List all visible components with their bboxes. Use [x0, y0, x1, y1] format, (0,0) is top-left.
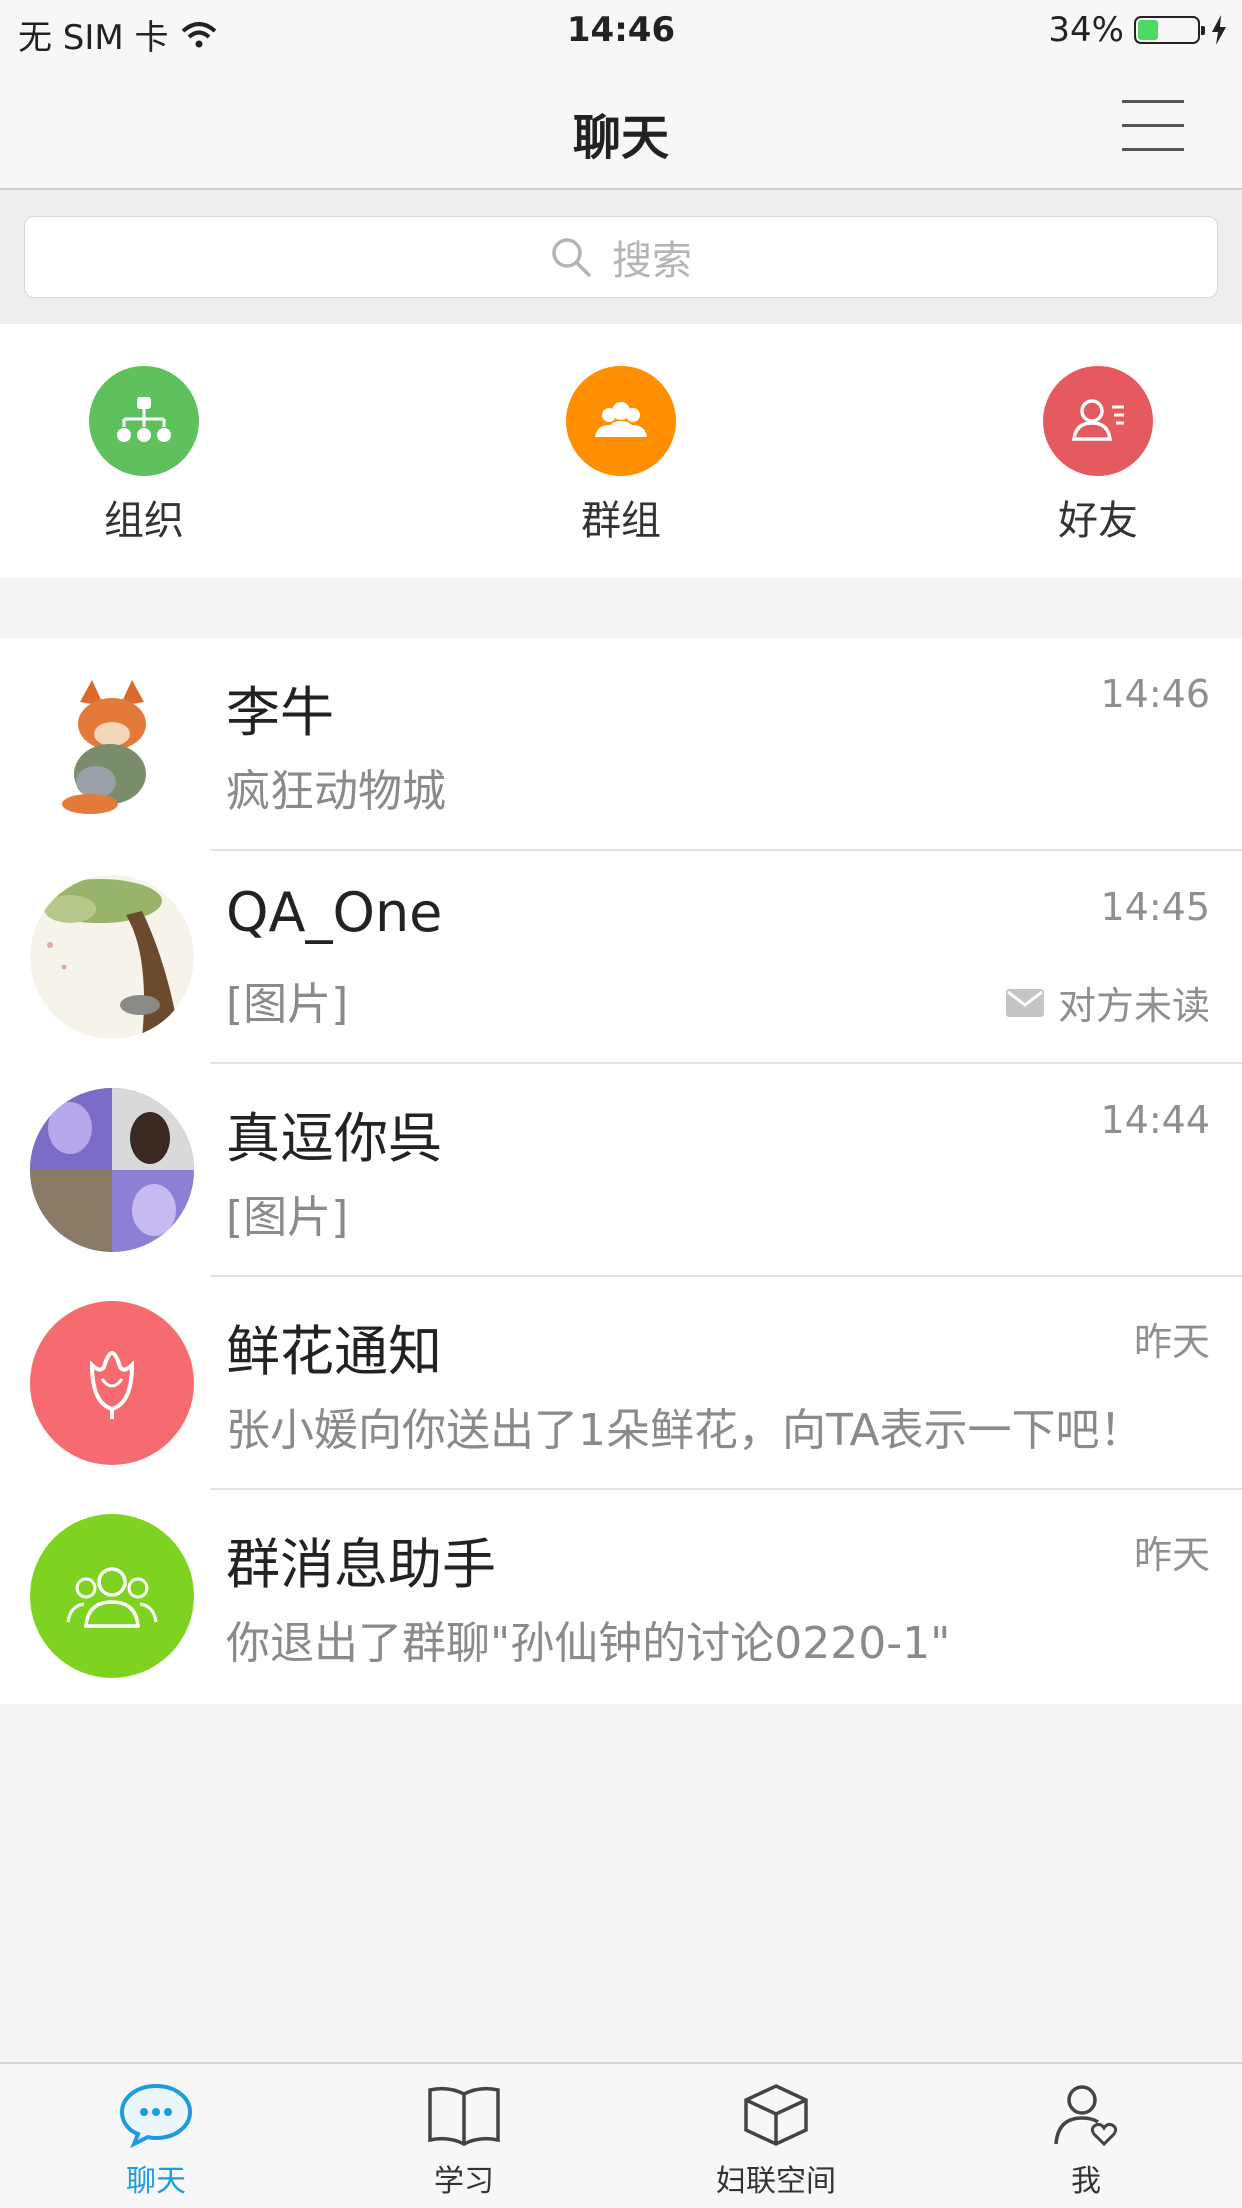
tab-me[interactable]: 我 [986, 2082, 1186, 2200]
flower-icon [30, 1301, 194, 1465]
tab-womens-federation-space[interactable]: 妇联空间 [676, 2082, 876, 2200]
shortcut-label: 组织 [104, 498, 184, 544]
chat-preview: 张小媛向你送出了1朵鲜花，向TA表示一下吧！ [226, 1405, 1144, 1456]
chat-time: 昨天 [1133, 1320, 1210, 1364]
chat-row[interactable]: QA_One 14:45 [图片] 对方未读 [0, 851, 1242, 1064]
battery-icon [1134, 16, 1205, 44]
chat-row[interactable]: 鲜花通知 昨天 张小媛向你送出了1朵鲜花，向TA表示一下吧！ [0, 1277, 1242, 1490]
book-icon [428, 2086, 500, 2146]
chat-name: 鲜花通知 [226, 1320, 442, 1383]
page-title: 聊天 [572, 110, 669, 166]
status-bar: 无 SIM 卡 14:46 34% [0, 0, 1242, 62]
tab-label: 妇联空间 [716, 2164, 836, 2199]
tab-chat[interactable]: 聊天 [56, 2082, 256, 2200]
chat-preview: [图片] [226, 1192, 349, 1243]
chat-name: 李牛 [226, 681, 334, 744]
search-input[interactable]: 搜索 [24, 216, 1218, 298]
tab-bar: 聊天 学习 妇联空间 我 [0, 2062, 1242, 2208]
tab-label: 学习 [434, 2164, 494, 2199]
group-assistant-icon [30, 1514, 194, 1678]
chat-name: QA_One [226, 881, 443, 944]
tab-label: 聊天 [126, 2164, 186, 2199]
shortcut-groups[interactable]: 群组 [521, 366, 721, 546]
person-heart-icon [1054, 2085, 1118, 2147]
chat-name: 群消息助手 [226, 1533, 496, 1596]
shortcut-label: 好友 [1058, 498, 1138, 544]
status-right: 34% [1048, 10, 1228, 50]
search-placeholder: 搜索 [612, 238, 692, 284]
read-status: 对方未读 [1005, 975, 1210, 1030]
read-status-label: 对方未读 [1057, 984, 1210, 1028]
avatar [30, 662, 194, 826]
friend-icon [1043, 366, 1153, 476]
menu-button[interactable] [1122, 98, 1184, 152]
chat-time: 14:46 [1100, 672, 1210, 716]
battery-level [1138, 20, 1158, 40]
org-chart-icon [89, 366, 199, 476]
search-area: 搜索 [0, 190, 1242, 324]
shortcut-bar: 组织 群组 好友 [0, 324, 1242, 578]
tab-study[interactable]: 学习 [364, 2082, 564, 2200]
tab-label: 我 [1071, 2164, 1101, 2199]
cube-icon [744, 2084, 808, 2146]
shortcut-friends[interactable]: 好友 [998, 366, 1198, 546]
chat-time: 14:45 [1100, 885, 1210, 929]
shortcut-organization[interactable]: 组织 [44, 366, 244, 546]
chat-row[interactable]: 真逗你呉 14:44 [图片] [0, 1064, 1242, 1277]
chat-preview: 你退出了群聊"孙仙钟的讨论0220-1" [226, 1618, 951, 1669]
chat-name: 真逗你呉 [226, 1107, 442, 1170]
envelope-icon [1005, 988, 1044, 1017]
chat-row[interactable]: 李牛 14:46 疯狂动物城 [0, 638, 1242, 851]
battery-percent: 34% [1048, 10, 1124, 50]
avatar [30, 1088, 194, 1252]
chat-time: 14:44 [1100, 1098, 1210, 1142]
avatar [30, 875, 194, 1039]
nav-bar: 聊天 [0, 62, 1242, 190]
chat-preview: 疯狂动物城 [226, 766, 446, 817]
chat-preview: [图片] [226, 979, 349, 1030]
charging-bolt-icon [1212, 15, 1226, 45]
search-icon [552, 238, 591, 277]
shortcut-label: 群组 [581, 498, 661, 544]
chat-time: 昨天 [1133, 1533, 1210, 1577]
chat-row[interactable]: 群消息助手 昨天 你退出了群聊"孙仙钟的讨论0220-1" [0, 1490, 1242, 1703]
chat-list: 李牛 14:46 疯狂动物城 QA_One 14:45 [图片] 对方未读 真逗… [0, 638, 1242, 1704]
group-icon [566, 366, 676, 476]
chat-bubble-icon [119, 2083, 193, 2149]
